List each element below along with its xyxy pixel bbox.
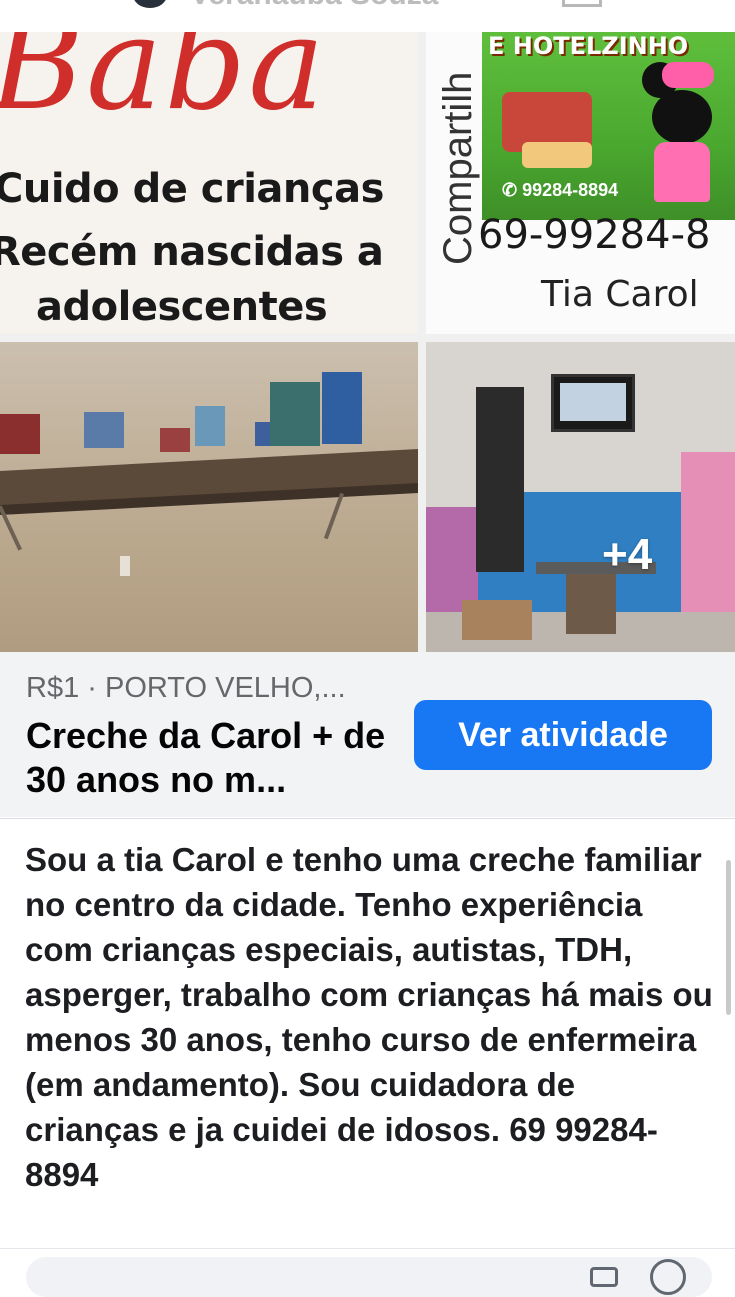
chair [462,600,532,640]
flyer-script-title: Babá [0,32,327,139]
toy-box [195,406,225,446]
price-location: R$1 · PORTO VELHO,... [26,672,346,704]
pink-wall [681,452,735,612]
photo-room[interactable]: +4 [426,342,735,652]
photo-hotelzinho-flyer[interactable]: Compartilh E HOTELZINHO ✆ 99284-8894 69-… [426,32,735,334]
bottom-bar [0,1248,735,1297]
toy-box [160,428,190,452]
listing-info: R$1 · PORTO VELHO,... Creche da Carol + … [0,652,735,817]
emoji-icon[interactable] [650,1259,686,1295]
more-photos-count[interactable]: +4 [602,530,652,580]
toy-box [84,412,124,448]
cartoon-illustration: E HOTELZINHO ✆ 99284-8894 [482,32,735,220]
flyer-vertical-text: Compartilh [436,71,480,265]
privacy-icon [562,0,602,7]
minnie-head [652,90,712,144]
flyer-line: Cuido de crianças [0,166,384,212]
tv [551,374,635,432]
post-header: Veranauba Souza [0,0,735,32]
flyer-line: Recém nascidas a [0,229,384,275]
minnie-bow [662,62,714,88]
door [476,387,524,572]
avatar[interactable] [133,0,167,8]
photo-baba-flyer[interactable]: Babá Cuido de crianças Recém nascidas a … [0,32,418,334]
chair [566,574,616,634]
description-text: Sou a tia Carol e tenho uma creche famil… [25,841,713,1193]
description-section: Sou a tia Carol e tenho uma creche famil… [0,818,735,1249]
bench-seat-shape [522,142,592,168]
flyer-name: Tia Carol [541,274,699,315]
toy-box [322,372,362,444]
toy-box [270,382,320,446]
ver-atividade-button[interactable]: Ver atividade [414,700,712,770]
minnie-dress [654,142,710,202]
image-grid: Babá Cuido de crianças Recém nascidas a … [0,32,735,652]
scrollbar[interactable] [726,860,731,1015]
camera-icon[interactable] [590,1267,618,1287]
wall-switch [120,556,130,576]
flyer-line: adolescentes [36,284,328,330]
flyer-small-phone: ✆ 99284-8894 [502,180,619,200]
listing-title[interactable]: Creche da Carol + de 30 anos no m... [26,714,406,802]
flyer-phone: 69-99284-8 [478,212,711,258]
photo-shelf[interactable] [0,342,418,652]
toy-box [0,414,40,454]
author-name[interactable]: Veranauba Souza [190,0,438,12]
flyer-banner: E HOTELZINHO [488,32,689,60]
